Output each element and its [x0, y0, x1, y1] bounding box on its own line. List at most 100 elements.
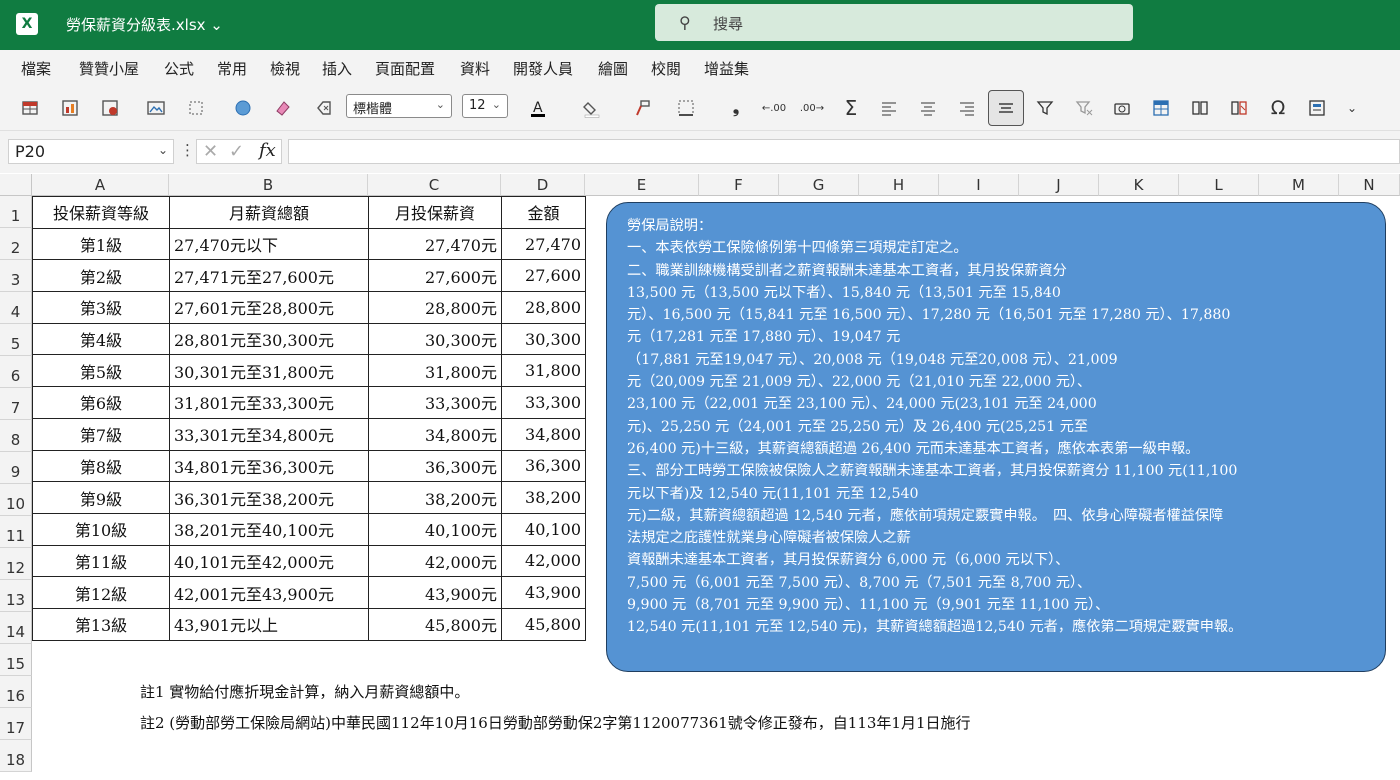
amount-cell[interactable]: 33,300	[501, 386, 586, 419]
column-header-m[interactable]: M	[1259, 174, 1339, 196]
grade-cell[interactable]: 第3級	[32, 291, 170, 324]
picture-icon[interactable]	[142, 94, 170, 122]
circle-shape-icon[interactable]	[229, 94, 257, 122]
insured-wage-cell[interactable]: 30,300元	[368, 322, 502, 356]
amount-cell[interactable]: 30,300	[501, 322, 586, 356]
tab-page-layout[interactable]: 頁面配置	[375, 58, 435, 79]
row-header[interactable]: 16	[0, 676, 32, 708]
symbol-icon[interactable]: Ω	[1264, 94, 1292, 122]
row-header[interactable]: 4	[0, 292, 32, 324]
decrease-decimal-icon[interactable]: ←.00	[760, 94, 788, 122]
format-painter-icon[interactable]	[628, 94, 656, 122]
row-header[interactable]: 14	[0, 612, 32, 644]
row-header[interactable]: 9	[0, 452, 32, 484]
insured-wage-cell[interactable]: 45,800元	[368, 607, 502, 641]
tab-view[interactable]: 檢視	[270, 58, 300, 79]
tab-zanzan[interactable]: 贊贊小屋	[79, 58, 139, 79]
autosum-icon[interactable]: Σ	[837, 94, 865, 122]
grade-cell[interactable]: 第2級	[32, 259, 170, 293]
amount-cell[interactable]: 27,470	[501, 227, 586, 261]
column-header-d[interactable]: D	[501, 174, 585, 196]
file-name[interactable]: 勞保薪資分級表.xlsx ⌄	[66, 14, 223, 35]
row-header[interactable]: 5	[0, 324, 32, 356]
explanation-text-box[interactable]: 勞保局說明： 一、本表依勞工保險條例第十四條第三項規定訂定之。 二、職業訓練機構…	[606, 202, 1386, 672]
range-cell[interactable]: 34,801元至36,300元	[169, 449, 369, 483]
range-cell[interactable]: 27,471元至27,600元	[169, 259, 369, 293]
tab-home[interactable]: 常用	[217, 58, 247, 79]
footnote-1[interactable]: 註1 實物給付應折現金計算，納入月薪資總額中。	[140, 681, 469, 702]
font-name-select[interactable]: 標楷體 ⌄	[346, 94, 452, 118]
row-header[interactable]: 8	[0, 420, 32, 452]
column-header-l[interactable]: L	[1179, 174, 1259, 196]
insured-wage-cell[interactable]: 40,100元	[368, 512, 502, 546]
insured-wage-cell[interactable]: 27,600元	[368, 259, 502, 293]
grade-cell[interactable]: 第12級	[32, 576, 170, 609]
column-header-h[interactable]: H	[859, 174, 939, 196]
column-header-b[interactable]: B	[169, 174, 368, 196]
confirm-icon[interactable]: ✓	[229, 141, 244, 162]
table-format-icon[interactable]	[1147, 94, 1175, 122]
row-header[interactable]: 3	[0, 260, 32, 292]
insured-wage-cell[interactable]: 31,800元	[368, 354, 502, 388]
select-all-corner[interactable]	[0, 174, 32, 196]
borders-icon[interactable]	[672, 94, 700, 122]
amount-cell[interactable]: 40,100	[501, 512, 586, 546]
grade-cell[interactable]: 第13級	[32, 607, 170, 641]
range-cell[interactable]: 43,901元以上	[169, 607, 369, 641]
range-cell[interactable]: 42,001元至43,900元	[169, 576, 369, 609]
grade-cell[interactable]: 第9級	[32, 481, 170, 514]
range-cell[interactable]: 27,470元以下	[169, 227, 369, 261]
tab-data[interactable]: 資料	[460, 58, 490, 79]
record-macro-icon[interactable]	[96, 94, 124, 122]
form-icon[interactable]	[1303, 94, 1331, 122]
row-header[interactable]: 18	[0, 740, 32, 772]
filter-icon[interactable]	[1031, 94, 1059, 122]
range-cell[interactable]: 27,601元至28,800元	[169, 291, 369, 324]
header-cell[interactable]: 金額	[501, 196, 586, 229]
pivot-chart-icon[interactable]	[56, 94, 84, 122]
amount-cell[interactable]: 34,800	[501, 417, 586, 451]
amount-cell[interactable]: 38,200	[501, 481, 586, 514]
row-header[interactable]: 11	[0, 516, 32, 548]
row-header[interactable]: 1	[0, 196, 32, 228]
insert-table-icon[interactable]	[16, 94, 44, 122]
amount-cell[interactable]: 28,800	[501, 291, 586, 324]
tab-draw[interactable]: 繪圖	[598, 58, 628, 79]
amount-cell[interactable]: 43,900	[501, 576, 586, 609]
amount-cell[interactable]: 31,800	[501, 354, 586, 388]
row-header[interactable]: 17	[0, 708, 32, 740]
range-cell[interactable]: 28,801元至30,300元	[169, 322, 369, 356]
grade-cell[interactable]: 第10級	[32, 512, 170, 546]
column-header-k[interactable]: K	[1099, 174, 1179, 196]
column-header-a[interactable]: A	[32, 174, 169, 196]
grade-cell[interactable]: 第8級	[32, 449, 170, 483]
align-middle-icon[interactable]	[914, 94, 942, 122]
insured-wage-cell[interactable]: 28,800元	[368, 291, 502, 324]
insured-wage-cell[interactable]: 42,000元	[368, 544, 502, 578]
tab-file[interactable]: 檔案	[21, 58, 51, 79]
cancel-icon[interactable]: ✕	[203, 141, 218, 162]
align-center-icon[interactable]	[988, 90, 1024, 126]
grade-cell[interactable]: 第7級	[32, 417, 170, 451]
tab-review[interactable]: 校閱	[651, 58, 681, 79]
increase-decimal-icon[interactable]: .00→	[798, 94, 826, 122]
column-header-j[interactable]: J	[1019, 174, 1099, 196]
header-cell[interactable]: 投保薪資等級	[32, 196, 170, 229]
header-cell[interactable]: 月薪資總額	[169, 196, 369, 229]
name-box[interactable]: P20 ⌄	[8, 139, 174, 164]
eraser-icon[interactable]	[269, 94, 297, 122]
insured-wage-cell[interactable]: 43,900元	[368, 576, 502, 609]
grade-cell[interactable]: 第6級	[32, 386, 170, 419]
tab-insert[interactable]: 插入	[322, 58, 352, 79]
column-header-i[interactable]: I	[939, 174, 1019, 196]
clear-filter-icon[interactable]	[1070, 94, 1098, 122]
row-header[interactable]: 12	[0, 548, 32, 580]
column-header-n[interactable]: N	[1339, 174, 1400, 196]
grade-cell[interactable]: 第1級	[32, 227, 170, 261]
insert-function-icon[interactable]: fx	[259, 140, 276, 161]
grade-cell[interactable]: 第4級	[32, 322, 170, 356]
column-header-e[interactable]: E	[585, 174, 699, 196]
search-box[interactable]: ⚲ 搜尋	[655, 4, 1133, 41]
grade-cell[interactable]: 第5級	[32, 354, 170, 388]
comma-style-icon[interactable]: ❟	[722, 94, 750, 122]
